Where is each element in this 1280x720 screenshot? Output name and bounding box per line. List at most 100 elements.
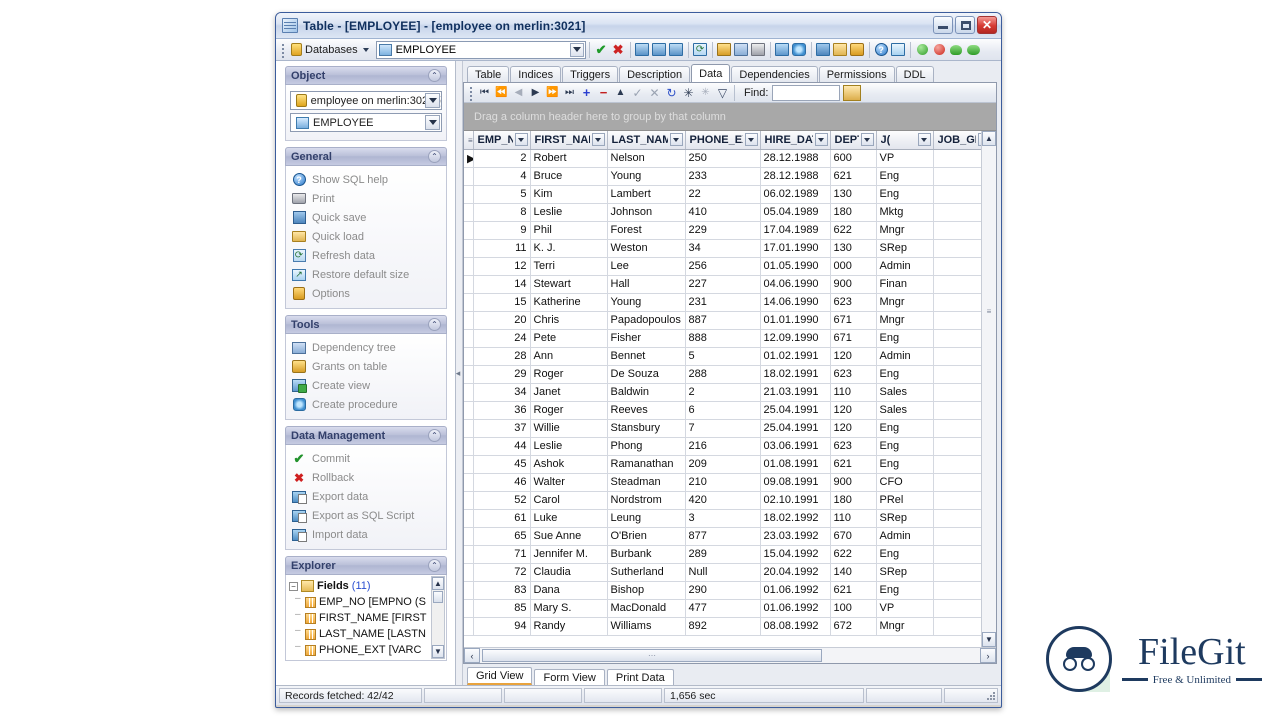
cell-emp-no[interactable]: 8	[473, 203, 531, 222]
table-row[interactable]: 36 Roger Reeves 6 25.04.1991 120 Sales	[464, 401, 981, 420]
cell-job-grade[interactable]	[933, 221, 981, 240]
collapse-chevron-icon[interactable]: ⌃	[428, 69, 441, 82]
cell-last-name[interactable]: Sutherland	[607, 563, 686, 582]
cell-last-name[interactable]: MacDonald	[607, 599, 686, 618]
export-sql-icon[interactable]	[651, 41, 668, 58]
cell-emp-no[interactable]: 9	[473, 221, 531, 240]
cell-job-code[interactable]: Sales	[876, 401, 934, 420]
panel-explorer-header[interactable]: Explorer ⌃	[285, 556, 447, 575]
panel-object-header[interactable]: Object ⌃	[285, 66, 447, 85]
cell-job-grade[interactable]	[933, 311, 981, 330]
table-row[interactable]: 46 Walter Steadman 210 09.08.1991 900 CFO	[464, 473, 981, 492]
cell-hire-date[interactable]: 04.06.1990	[760, 275, 831, 294]
table-combo[interactable]: EMPLOYEE	[290, 113, 442, 132]
row-indicator[interactable]	[464, 293, 474, 312]
scroll-down-button[interactable]: ▼	[432, 645, 444, 658]
cell-job-code[interactable]: SRep	[876, 563, 934, 582]
cell-hire-date[interactable]: 01.05.1990	[760, 257, 831, 276]
cell-first-name[interactable]: Mary S.	[530, 599, 608, 618]
object-combo[interactable]: EMPLOYEE	[375, 40, 586, 59]
cell-hire-date[interactable]: 25.04.1991	[760, 419, 831, 438]
clear-bookmark-icon[interactable]: ✳	[697, 85, 714, 101]
find-icon[interactable]	[843, 84, 862, 101]
row-indicator[interactable]	[464, 257, 474, 276]
cell-job-grade[interactable]	[933, 545, 981, 564]
collapse-chevron-icon[interactable]: ⌃	[428, 150, 441, 163]
cell-last-name[interactable]: Ramanathan	[607, 455, 686, 474]
cell-phone-ext[interactable]: 2	[685, 383, 761, 402]
table-row[interactable]: 52 Carol Nordstrom 420 02.10.1991 180 PRel	[464, 491, 981, 510]
cell-phone-ext[interactable]: 3	[685, 509, 761, 528]
cell-phone-ext[interactable]: 288	[685, 365, 761, 384]
table-row[interactable]: 11 K. J. Weston 34 17.01.1990 130 SRep	[464, 239, 981, 258]
cell-emp-no[interactable]: 36	[473, 401, 531, 420]
connection-combo[interactable]: employee on merlin:3021 [c	[290, 91, 442, 110]
table-row[interactable]: 37 Willie Stansbury 7 25.04.1991 120 Eng	[464, 419, 981, 438]
cell-last-name[interactable]: Lee	[607, 257, 686, 276]
create-procedure-icon[interactable]	[791, 41, 808, 58]
group-by-bar[interactable]: Drag a column header here to group by th…	[464, 103, 996, 131]
cell-hire-date[interactable]: 09.08.1991	[760, 473, 831, 492]
sidebar-item-show-sql-help[interactable]: ? Show SQL help	[290, 170, 442, 189]
cell-dept-no[interactable]: 623	[830, 437, 877, 456]
post-edit-icon[interactable]: ✓	[629, 85, 646, 101]
cell-job-code[interactable]: Admin	[876, 347, 934, 366]
table-row[interactable]: 12 Terri Lee 256 01.05.1990 000 Admin	[464, 257, 981, 276]
cell-job-code[interactable]: Eng	[876, 437, 934, 456]
tab-description[interactable]: Description	[619, 66, 691, 83]
chevron-down-icon[interactable]	[425, 93, 440, 108]
row-indicator[interactable]	[464, 491, 474, 510]
scroll-up-button[interactable]: ▲	[982, 131, 996, 146]
collapse-chevron-icon[interactable]: ⌃	[428, 429, 441, 442]
cell-job-code[interactable]: Eng	[876, 545, 934, 564]
cell-first-name[interactable]: Robert	[530, 149, 608, 168]
cell-first-name[interactable]: Randy	[530, 617, 608, 636]
import-data-icon[interactable]	[668, 41, 685, 58]
cell-job-grade[interactable]	[933, 293, 981, 312]
cell-job-code[interactable]: VP	[876, 599, 934, 618]
tab-indices[interactable]: Indices	[510, 66, 562, 83]
table-row[interactable]: 14 Stewart Hall 227 04.06.1990 900 Finan	[464, 275, 981, 294]
panel-general-header[interactable]: General ⌃	[285, 147, 447, 166]
cell-last-name[interactable]: Hall	[607, 275, 686, 294]
cell-first-name[interactable]: Carol	[530, 491, 608, 510]
row-indicator[interactable]	[464, 563, 474, 582]
show-sql-help-icon[interactable]: ?	[873, 41, 890, 58]
row-indicator[interactable]	[464, 365, 474, 384]
cell-phone-ext[interactable]: 216	[685, 437, 761, 456]
cell-last-name[interactable]: Forest	[607, 221, 686, 240]
cell-first-name[interactable]: Roger	[530, 365, 608, 384]
column-filter-icon[interactable]	[669, 133, 683, 147]
cell-phone-ext[interactable]: 227	[685, 275, 761, 294]
cell-dept-no[interactable]: 140	[830, 563, 877, 582]
column-filter-icon[interactable]	[860, 133, 874, 147]
cell-job-code[interactable]: Eng	[876, 185, 934, 204]
cell-job-grade[interactable]	[933, 185, 981, 204]
scroll-thumb[interactable]: ⋯	[482, 649, 822, 662]
cell-last-name[interactable]: Young	[607, 293, 686, 312]
cell-job-code[interactable]: VP	[876, 149, 934, 168]
cell-phone-ext[interactable]: 6	[685, 401, 761, 420]
cell-phone-ext[interactable]: 290	[685, 581, 761, 600]
sidebar-item-export-as-sql-script[interactable]: Export as SQL Script	[290, 506, 442, 525]
row-indicator[interactable]	[464, 311, 474, 330]
cell-first-name[interactable]: Leslie	[530, 437, 608, 456]
cell-phone-ext[interactable]: 420	[685, 491, 761, 510]
table-row[interactable]: 65 Sue Anne O'Brien 877 23.03.1992 670 Admin	[464, 527, 981, 546]
cell-job-grade[interactable]	[933, 419, 981, 438]
cell-job-grade[interactable]	[933, 149, 981, 168]
row-indicator[interactable]: ▶	[464, 149, 474, 168]
close-button[interactable]: ✕	[977, 16, 997, 34]
cell-last-name[interactable]: Papadopoulos	[607, 311, 686, 330]
cell-emp-no[interactable]: 15	[473, 293, 531, 312]
cell-phone-ext[interactable]: 289	[685, 545, 761, 564]
cell-first-name[interactable]: Claudia	[530, 563, 608, 582]
column-filter-icon[interactable]	[917, 133, 931, 147]
cell-phone-ext[interactable]: 877	[685, 527, 761, 546]
cell-last-name[interactable]: Bishop	[607, 581, 686, 600]
cell-emp-no[interactable]: 83	[473, 581, 531, 600]
cell-job-grade[interactable]	[933, 347, 981, 366]
cell-emp-no[interactable]: 37	[473, 419, 531, 438]
scroll-track[interactable]: ⋯	[480, 648, 980, 663]
cell-first-name[interactable]: Ashok	[530, 455, 608, 474]
